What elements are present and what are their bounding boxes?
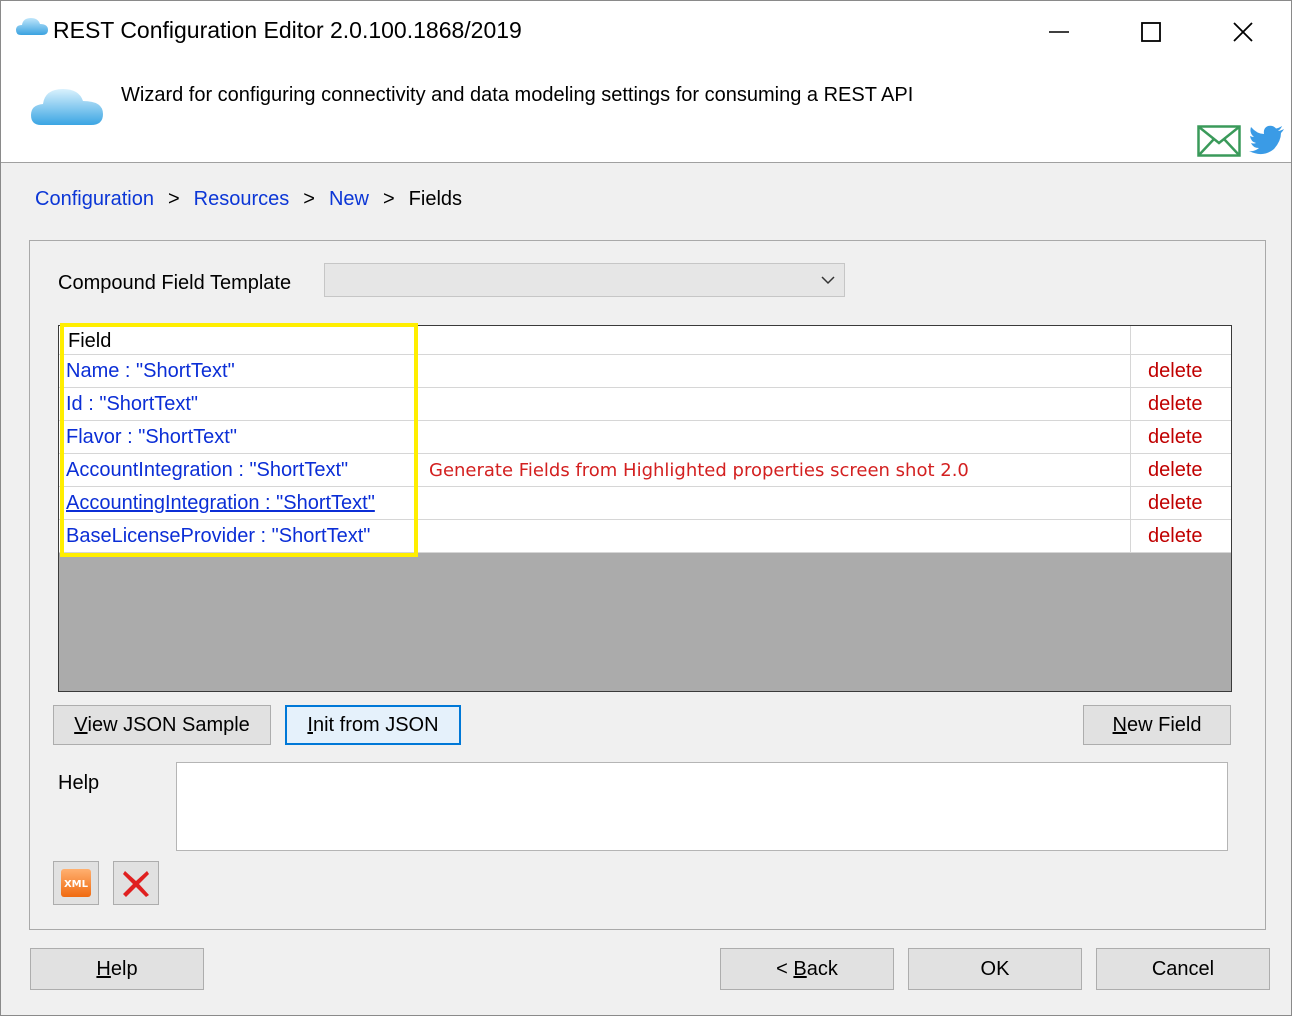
breadcrumb-fields: Fields xyxy=(408,188,463,210)
window-title: REST Configuration Editor 2.0.100.1868/2… xyxy=(53,17,522,43)
column-divider xyxy=(1130,520,1131,553)
mail-icon[interactable] xyxy=(1197,125,1241,157)
breadcrumb-separator: > xyxy=(303,188,315,210)
wizard-header: Wizard for configuring connectivity and … xyxy=(1,63,1291,163)
view-json-sample-button[interactable]: View JSON Sample xyxy=(53,705,271,745)
close-button[interactable] xyxy=(1197,1,1289,63)
compound-field-template-select[interactable] xyxy=(324,263,845,297)
delete-link[interactable]: delete xyxy=(1148,393,1203,416)
breadcrumb-separator: > xyxy=(382,188,395,210)
column-divider xyxy=(1130,454,1131,487)
fields-panel: Compound Field Template Field Name : "Sh… xyxy=(29,240,1266,930)
dialog-window: REST Configuration Editor 2.0.100.1868/2… xyxy=(0,0,1292,1016)
table-row[interactable]: AccountingIntegration : "ShortText" dele… xyxy=(59,487,1231,520)
help-text-box[interactable] xyxy=(176,762,1228,851)
table-row[interactable]: Id : "ShortText" delete xyxy=(59,388,1231,421)
delete-link[interactable]: delete xyxy=(1148,360,1203,383)
mnemonic-letter: V xyxy=(74,713,88,736)
table-row[interactable]: BaseLicenseProvider : "ShortText" delete xyxy=(59,520,1231,553)
cloud-icon xyxy=(16,18,48,35)
field-name-link[interactable]: Id : "ShortText" xyxy=(66,393,198,416)
column-divider xyxy=(1130,388,1131,421)
field-name-link[interactable]: AccountIntegration : "ShortText" xyxy=(66,459,348,482)
maximize-icon xyxy=(1141,22,1161,42)
help-button[interactable]: Help xyxy=(30,948,204,990)
delete-link[interactable]: delete xyxy=(1148,525,1203,548)
xml-icon-text: XML xyxy=(64,879,89,890)
breadcrumb-new[interactable]: New xyxy=(329,188,369,211)
button-label: nit from JSON xyxy=(312,713,439,736)
field-name-link[interactable]: Name : "ShortText" xyxy=(66,360,235,383)
field-name-link[interactable]: Flavor : "ShortText" xyxy=(66,426,237,449)
new-field-button[interactable]: New Field xyxy=(1083,705,1231,745)
twitter-icon[interactable] xyxy=(1249,125,1285,155)
annotation-text: Generate Fields from Highlighted propert… xyxy=(429,460,969,481)
field-name-link[interactable]: BaseLicenseProvider : "ShortText" xyxy=(66,525,370,548)
init-from-json-button[interactable]: Init from JSON xyxy=(285,705,461,745)
minimize-button[interactable] xyxy=(1013,1,1105,63)
button-prefix: < xyxy=(776,957,794,980)
column-divider xyxy=(1130,326,1131,355)
red-x-icon xyxy=(123,871,149,897)
compound-field-template-label: Compound Field Template xyxy=(58,272,292,294)
delete-link[interactable]: delete xyxy=(1148,459,1203,482)
table-row[interactable]: Name : "ShortText" delete xyxy=(59,355,1231,388)
chevron-down-icon xyxy=(821,276,835,285)
xml-icon: XML xyxy=(61,869,91,897)
column-divider xyxy=(1130,355,1131,388)
mnemonic-letter: H xyxy=(96,957,111,980)
cloud-icon xyxy=(31,89,103,125)
delete-link[interactable]: delete xyxy=(1148,492,1203,515)
minimize-icon xyxy=(1049,31,1069,33)
mnemonic-letter: N xyxy=(1112,713,1127,736)
field-name-link[interactable]: AccountingIntegration : "ShortText" xyxy=(66,492,375,515)
xml-button[interactable]: XML xyxy=(53,861,99,905)
button-label: iew JSON Sample xyxy=(87,713,250,736)
cancel-button[interactable]: Cancel xyxy=(1096,948,1270,990)
column-divider xyxy=(1130,487,1131,520)
column-header-field: Field xyxy=(68,330,112,352)
breadcrumb-separator: > xyxy=(167,188,180,210)
breadcrumb-configuration[interactable]: Configuration xyxy=(35,188,154,211)
close-icon xyxy=(1233,22,1253,42)
button-label: ack xyxy=(806,957,838,980)
breadcrumb: Configuration > Resources > New > Fields xyxy=(35,188,462,211)
back-button[interactable]: < Back xyxy=(720,948,894,990)
button-label: elp xyxy=(110,957,138,980)
column-divider xyxy=(1130,421,1131,454)
table-row[interactable]: Flavor : "ShortText" delete xyxy=(59,421,1231,454)
delete-button[interactable] xyxy=(113,861,159,905)
breadcrumb-resources[interactable]: Resources xyxy=(194,188,290,211)
table-row[interactable]: AccountIntegration : "ShortText" Generat… xyxy=(59,454,1231,487)
wizard-description: Wizard for configuring connectivity and … xyxy=(121,84,914,106)
ok-button[interactable]: OK xyxy=(908,948,1082,990)
button-label: ew Field xyxy=(1126,713,1202,736)
delete-link[interactable]: delete xyxy=(1148,426,1203,449)
help-label: Help xyxy=(58,772,100,794)
fields-grid: Field Name : "ShortText" delete Id : "Sh… xyxy=(58,325,1232,692)
grid-header: Field xyxy=(59,326,1231,355)
mnemonic-letter: B xyxy=(793,957,807,980)
maximize-button[interactable] xyxy=(1105,1,1197,63)
title-bar: REST Configuration Editor 2.0.100.1868/2… xyxy=(1,1,1291,63)
